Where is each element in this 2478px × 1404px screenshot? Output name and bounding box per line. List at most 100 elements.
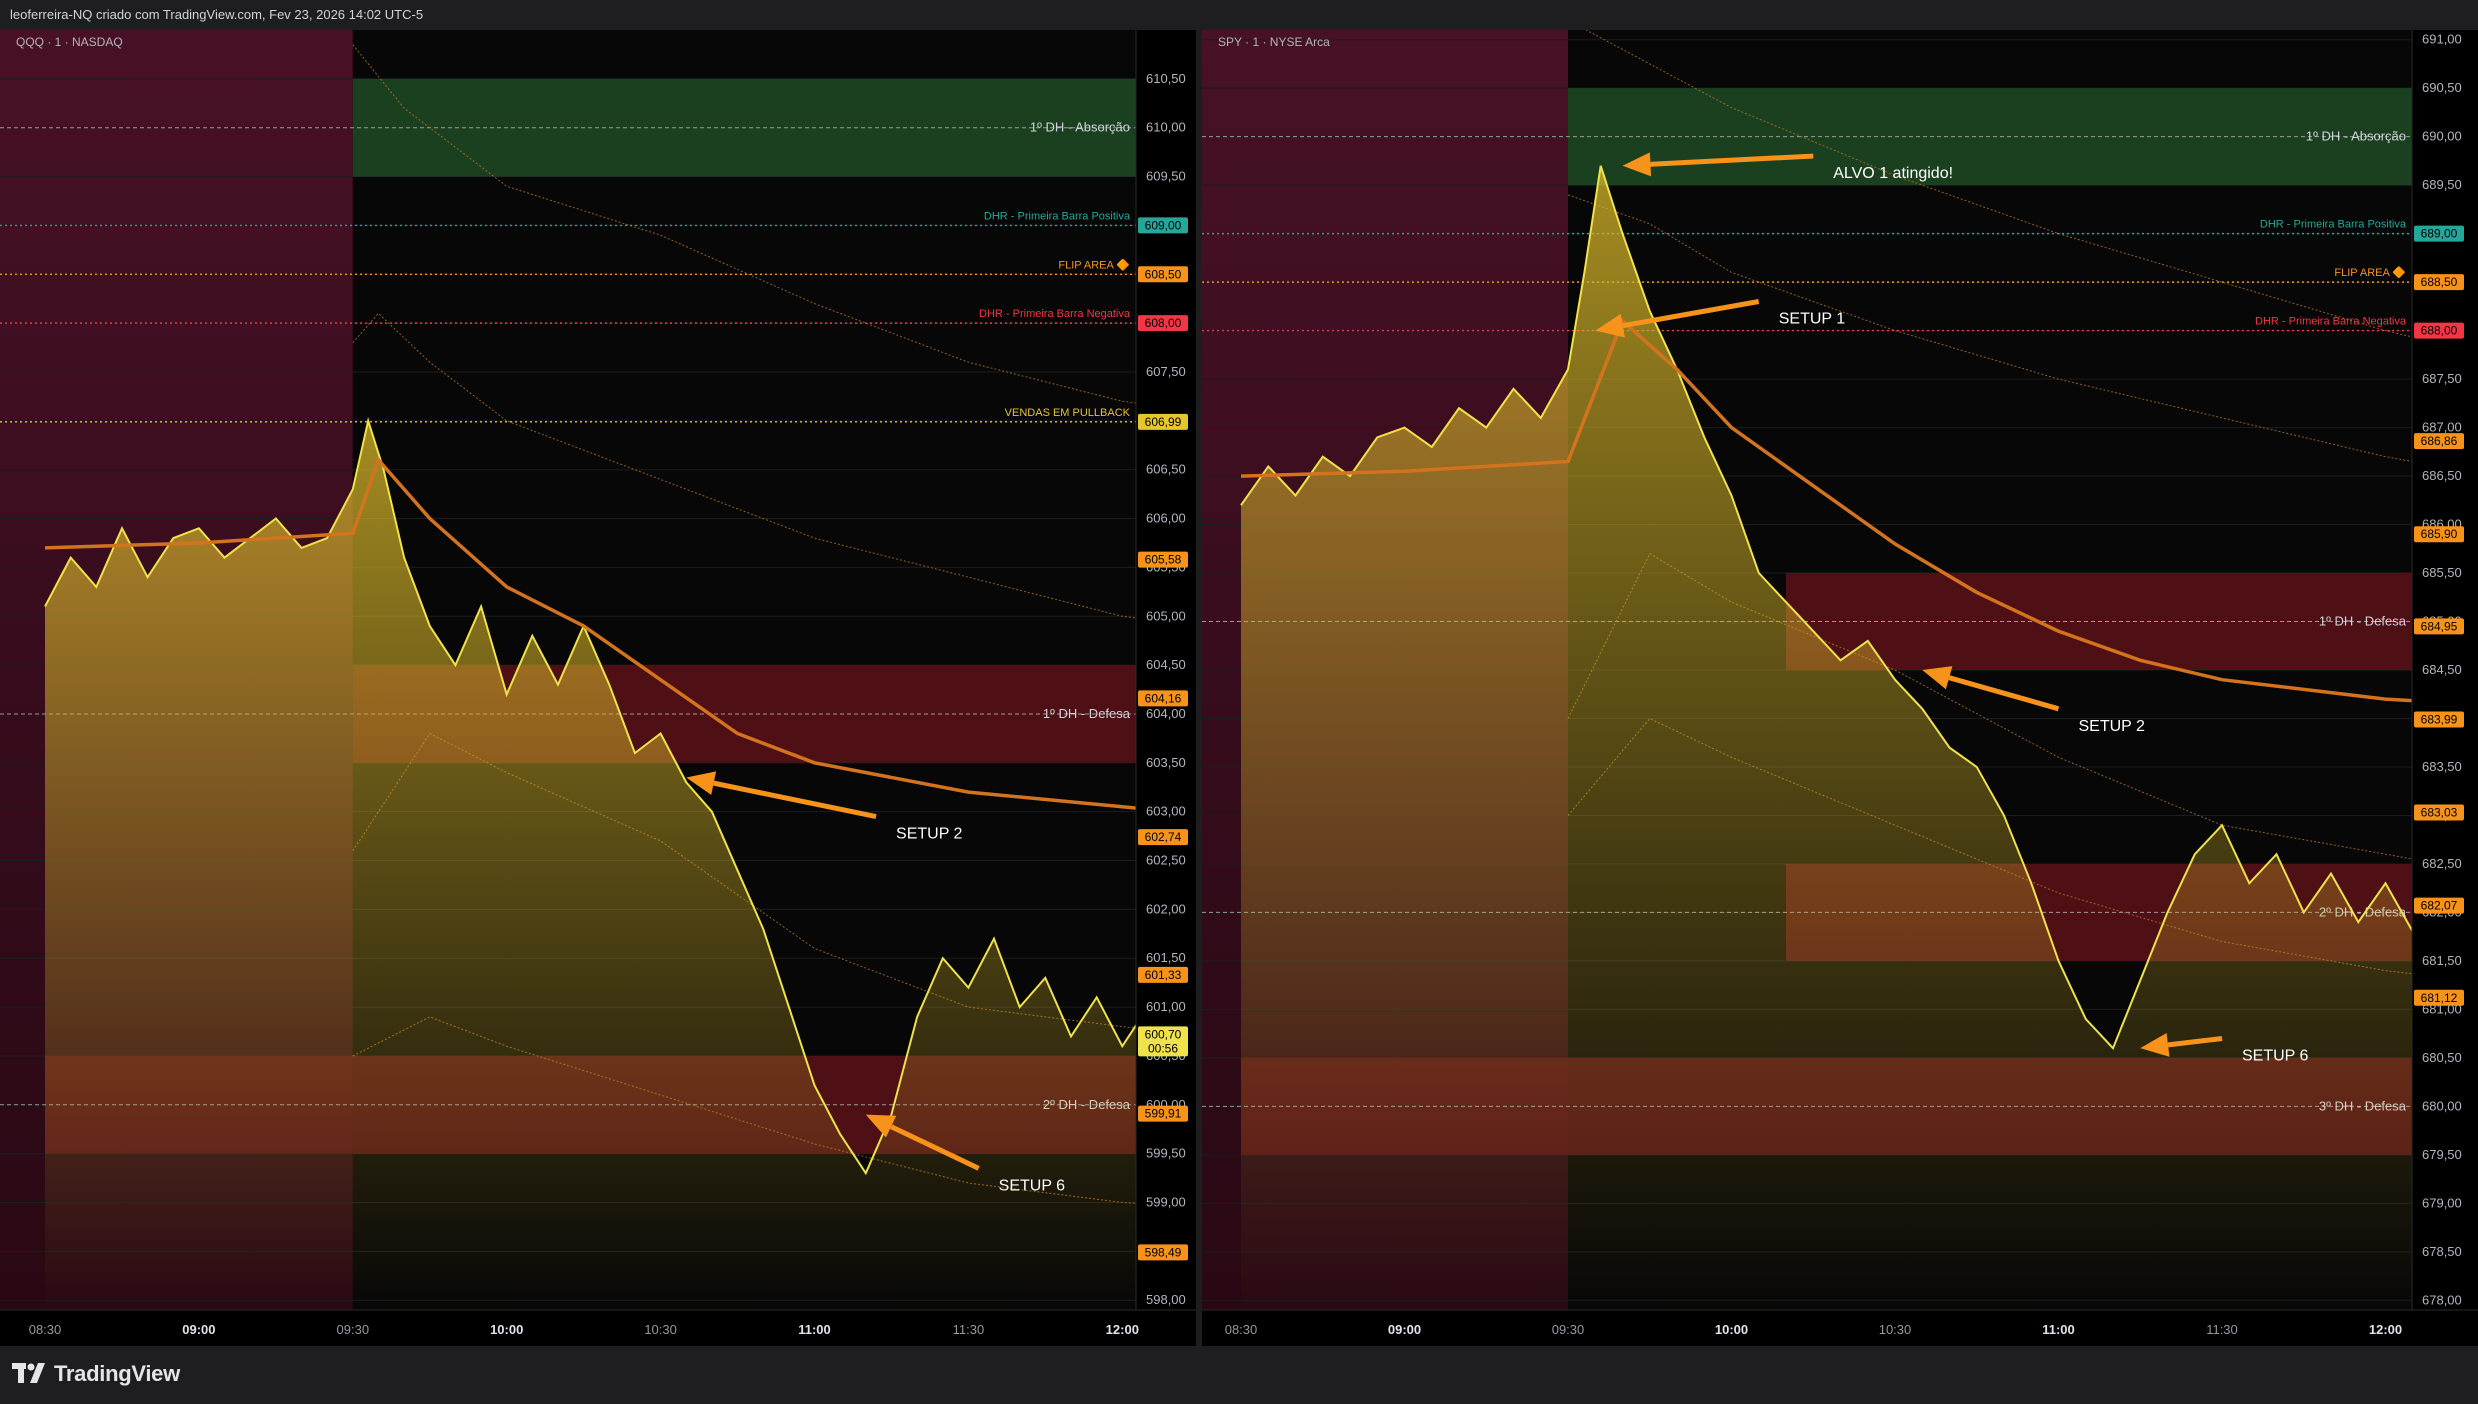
y-tick-label: 603,50 <box>1146 755 1186 770</box>
y-tick-label: 606,50 <box>1146 462 1186 477</box>
x-tick-label: 10:00 <box>490 1322 523 1337</box>
zone-label: 1º DH - Defesa <box>2319 614 2407 629</box>
tradingview-logo-icon <box>12 1363 45 1383</box>
y-tick-label: 690,50 <box>2422 80 2462 95</box>
price-badge-text: 601,33 <box>1145 968 1182 982</box>
symbol-label: SPY · 1 · NYSE Arca <box>1218 35 1330 49</box>
price-badge-text: 681,12 <box>2421 991 2458 1005</box>
x-tick-label: 09:00 <box>1388 1322 1421 1337</box>
y-tick-label: 601,50 <box>1146 950 1186 965</box>
price-badge-text: 599,91 <box>1145 1107 1182 1121</box>
level-label: DHR - Primeira Barra Negativa <box>979 308 1131 320</box>
price-badge-text: 682,07 <box>2421 899 2458 913</box>
brand-name: TradingView <box>54 1361 180 1386</box>
x-tick-label: 11:30 <box>2206 1322 2238 1337</box>
level-label: FLIP AREA 🔶 <box>1058 258 1130 271</box>
header-title: leoferreira-NQ criado com TradingView.co… <box>10 7 424 22</box>
level-badge-text: 688,50 <box>2421 275 2458 289</box>
x-tick-label: 12:00 <box>2369 1322 2402 1337</box>
y-tick-label: 602,00 <box>1146 901 1186 916</box>
level-badge-text: 688,00 <box>2421 324 2458 338</box>
annotation-label: SETUP 6 <box>2242 1047 2309 1064</box>
price-badge-text: 604,16 <box>1145 691 1182 705</box>
y-tick-label: 684,50 <box>2422 662 2462 677</box>
y-tick-label: 605,00 <box>1146 608 1186 623</box>
y-tick-label: 689,50 <box>2422 177 2462 192</box>
zone-label: 1º DH - Absorção <box>1030 120 1130 135</box>
level-badge-text: 609,00 <box>1145 218 1182 232</box>
price-badge-text: 602,74 <box>1145 830 1182 844</box>
price-badge-text: 683,03 <box>2421 806 2458 820</box>
qqq-chart[interactable]: 1º DH - Absorção1º DH - Defesa2º DH - De… <box>0 30 1196 1346</box>
spy-chart[interactable]: 1º DH - Absorção1º DH - Defesa2º DH - De… <box>1202 30 2478 1346</box>
annotation-label: SETUP 2 <box>896 826 963 843</box>
y-tick-label: 604,50 <box>1146 657 1186 672</box>
x-tick-label: 09:30 <box>337 1322 370 1337</box>
price-badge-text: 686,86 <box>2421 434 2458 448</box>
y-tick-label: 606,00 <box>1146 511 1186 526</box>
x-tick-label: 10:00 <box>1715 1322 1748 1337</box>
price-badge-text: 605,58 <box>1145 553 1182 567</box>
y-tick-label: 604,00 <box>1146 706 1186 721</box>
y-tick-label: 679,50 <box>2422 1147 2462 1162</box>
y-tick-label: 599,00 <box>1146 1195 1186 1210</box>
level-badge-text: 689,00 <box>2421 227 2458 241</box>
y-tick-label: 686,50 <box>2422 468 2462 483</box>
y-tick-label: 679,00 <box>2422 1195 2462 1210</box>
y-tick-label: 610,50 <box>1146 71 1186 86</box>
y-tick-label: 603,00 <box>1146 804 1186 819</box>
x-tick-label: 09:30 <box>1552 1322 1585 1337</box>
y-tick-label: 599,50 <box>1146 1146 1186 1161</box>
y-tick-label: 610,00 <box>1146 120 1186 135</box>
level-label: DHR - Primeira Barra Positiva <box>2260 219 2407 231</box>
level-badge-text: 608,00 <box>1145 316 1182 330</box>
level-badge-text: 608,50 <box>1145 267 1182 281</box>
x-tick-label: 10:30 <box>1879 1322 1912 1337</box>
annotation-label: SETUP 6 <box>999 1177 1065 1194</box>
y-tick-label: 687,50 <box>2422 371 2462 386</box>
x-tick-label: 11:00 <box>798 1322 831 1337</box>
y-tick-label: 680,50 <box>2422 1050 2462 1065</box>
y-tick-label: 683,50 <box>2422 759 2462 774</box>
y-tick-label: 598,00 <box>1146 1292 1186 1307</box>
y-tick-label: 602,50 <box>1146 853 1186 868</box>
price-badge-text: 684,95 <box>2421 619 2458 633</box>
y-tick-label: 685,50 <box>2422 565 2462 580</box>
price-badge-text: 683,99 <box>2421 712 2458 726</box>
y-tick-label: 691,00 <box>2422 32 2462 47</box>
x-tick-label: 08:30 <box>1225 1322 1258 1337</box>
footer-bar: TradingView <box>0 1346 2478 1404</box>
y-tick-label: 607,50 <box>1146 364 1186 379</box>
annotation-label: ALVO 1 atingido! <box>1833 165 1953 182</box>
y-tick-label: 609,50 <box>1146 169 1186 184</box>
header-bar: leoferreira-NQ criado com TradingView.co… <box>0 0 2478 30</box>
x-tick-label: 11:30 <box>953 1322 985 1337</box>
tradingview-logo[interactable]: TradingView <box>12 1360 180 1388</box>
annotation-label: SETUP 2 <box>2079 718 2146 735</box>
last-price-countdown: 00:56 <box>1148 1041 1178 1055</box>
x-tick-label: 08:30 <box>29 1322 62 1337</box>
price-badge-text: 598,49 <box>1145 1245 1182 1259</box>
time-axis <box>0 1310 1196 1346</box>
x-tick-label: 10:30 <box>644 1322 677 1337</box>
y-tick-label: 678,50 <box>2422 1244 2462 1259</box>
level-label: FLIP AREA 🔶 <box>2334 266 2406 279</box>
level-label: VENDAS EM PULLBACK <box>1005 407 1131 419</box>
level-badge-text: 606,99 <box>1145 415 1182 429</box>
x-tick-label: 09:00 <box>182 1322 215 1337</box>
last-price-text: 600,70 <box>1145 1027 1182 1041</box>
price-badge-text: 685,90 <box>2421 527 2458 541</box>
zone-label: 1º DH - Absorção <box>2306 129 2406 144</box>
y-tick-label: 690,00 <box>2422 129 2462 144</box>
x-tick-label: 12:00 <box>1106 1322 1139 1337</box>
y-tick-label: 681,50 <box>2422 953 2462 968</box>
level-label: DHR - Primeira Barra Negativa <box>2255 316 2407 328</box>
zone-label: 1º DH - Defesa <box>1043 706 1131 721</box>
y-tick-label: 678,00 <box>2422 1292 2462 1307</box>
y-tick-label: 682,50 <box>2422 856 2462 871</box>
annotation-label: SETUP 1 <box>1779 311 1846 328</box>
level-label: DHR - Primeira Barra Positiva <box>984 210 1131 222</box>
symbol-label: QQQ · 1 · NASDAQ <box>16 35 123 49</box>
y-tick-label: 687,00 <box>2422 420 2462 435</box>
y-tick-label: 601,00 <box>1146 999 1186 1014</box>
